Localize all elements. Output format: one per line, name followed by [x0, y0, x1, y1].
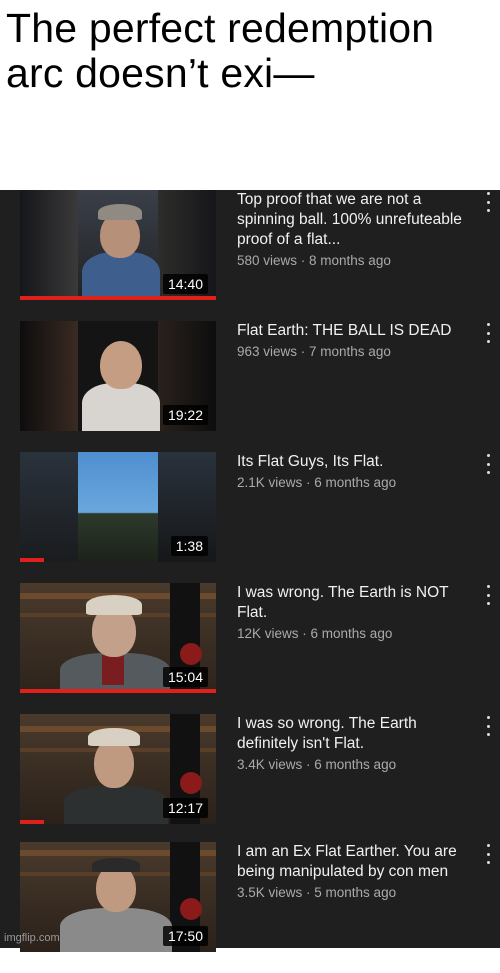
- video-item[interactable]: 19:22 Flat Earth: THE BALL IS DEAD 963 v…: [0, 321, 500, 452]
- more-vert-icon[interactable]: [484, 716, 492, 736]
- video-stats: 12K views · 6 months ago: [237, 626, 393, 641]
- video-stats: 580 views · 8 months ago: [237, 253, 391, 268]
- video-duration: 19:22: [162, 405, 208, 425]
- video-title[interactable]: Flat Earth: THE BALL IS DEAD: [237, 321, 469, 341]
- video-thumbnail[interactable]: 15:04: [20, 583, 216, 693]
- video-duration: 12:17: [162, 798, 208, 818]
- video-duration: 1:38: [170, 536, 208, 556]
- watch-progress: [20, 689, 216, 693]
- video-title[interactable]: Top proof that we are not a spinning bal…: [237, 190, 469, 250]
- more-vert-icon[interactable]: [484, 454, 492, 474]
- video-stats: 3.5K views · 5 months ago: [237, 885, 397, 900]
- video-duration: 14:40: [162, 274, 208, 294]
- video-title[interactable]: I am an Ex Flat Earther. You are being m…: [237, 842, 469, 882]
- more-vert-icon[interactable]: [484, 192, 492, 212]
- video-duration: 15:04: [162, 667, 208, 687]
- video-item[interactable]: 17:50 I am an Ex Flat Earther. You are b…: [0, 842, 500, 973]
- video-thumbnail[interactable]: 12:17: [20, 714, 216, 824]
- meme-caption: The perfect redemption arc doesn’t exi—: [0, 0, 500, 190]
- watch-progress-fill: [20, 689, 216, 693]
- video-thumbnail[interactable]: 14:40: [20, 190, 216, 300]
- watch-progress-fill: [20, 296, 216, 300]
- video-title[interactable]: I was wrong. The Earth is NOT Flat.: [237, 583, 469, 623]
- more-vert-icon[interactable]: [484, 323, 492, 343]
- watch-progress: [20, 558, 216, 562]
- video-thumbnail[interactable]: 19:22: [20, 321, 216, 431]
- video-stats: 963 views · 7 months ago: [237, 344, 391, 359]
- video-thumbnail[interactable]: 1:38: [20, 452, 216, 562]
- video-title[interactable]: Its Flat Guys, Its Flat.: [237, 452, 469, 472]
- video-stats: 2.1K views · 6 months ago: [237, 475, 397, 490]
- video-title[interactable]: I was so wrong. The Earth definitely isn…: [237, 714, 469, 754]
- video-duration: 17:50: [162, 926, 208, 946]
- watch-progress: [20, 820, 216, 824]
- watermark: imgflip.com: [4, 932, 60, 944]
- watch-progress: [20, 296, 216, 300]
- video-stats: 3.4K views · 6 months ago: [237, 757, 397, 772]
- watch-progress-fill: [20, 558, 44, 562]
- video-item[interactable]: 1:38 Its Flat Guys, Its Flat. 2.1K views…: [0, 452, 500, 583]
- video-item[interactable]: 14:40 Top proof that we are not a spinni…: [0, 190, 500, 321]
- more-vert-icon[interactable]: [484, 585, 492, 605]
- watch-progress-fill: [20, 820, 44, 824]
- video-item[interactable]: 12:17 I was so wrong. The Earth definite…: [0, 714, 500, 845]
- video-list: 14:40 Top proof that we are not a spinni…: [0, 190, 500, 952]
- video-item[interactable]: 15:04 I was wrong. The Earth is NOT Flat…: [0, 583, 500, 714]
- more-vert-icon[interactable]: [484, 844, 492, 864]
